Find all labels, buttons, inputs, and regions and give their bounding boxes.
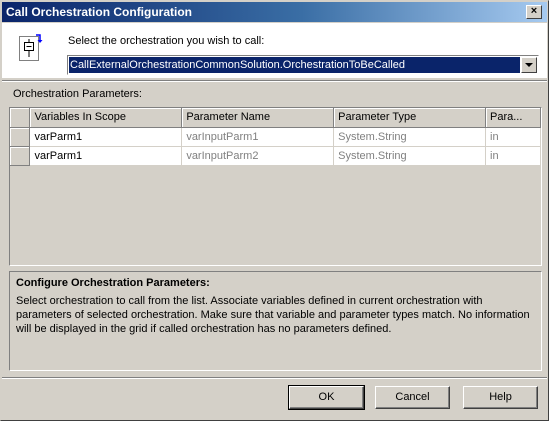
variable-cell[interactable]: varParm1	[29, 146, 183, 166]
orchestration-call-icon	[18, 33, 44, 63]
parameter-type-cell: System.String	[333, 146, 486, 166]
parameter-name-cell: varInputParm2	[181, 146, 335, 166]
window-title: Call Orchestration Configuration	[6, 5, 193, 19]
select-orchestration-label: Select the orchestration you wish to cal…	[68, 35, 265, 47]
help-text: Select orchestration to call from the li…	[16, 295, 530, 335]
variable-cell[interactable]: varParm1	[29, 127, 183, 147]
table-row: varParm1 varInputParm2 System.String in	[10, 146, 541, 166]
ok-button[interactable]: OK	[288, 385, 365, 410]
orchestration-dropdown[interactable]: CallExternalOrchestrationCommonSolution.…	[67, 55, 539, 75]
row-header[interactable]	[10, 146, 31, 166]
row-header[interactable]	[10, 127, 31, 147]
column-header[interactable]: Para...	[485, 108, 541, 128]
divider	[2, 377, 547, 379]
column-header[interactable]: Parameter Type	[333, 108, 486, 128]
help-title: Configure Orchestration Parameters:	[16, 277, 210, 289]
parameter-direction-cell: in	[485, 146, 541, 166]
help-panel: Configure Orchestration Parameters: Sele…	[9, 271, 542, 371]
orchestration-parameters-label: Orchestration Parameters:	[13, 88, 142, 100]
orchestration-selector-panel: Select the orchestration you wish to cal…	[2, 23, 547, 78]
parameter-type-cell: System.String	[333, 127, 486, 147]
divider	[2, 80, 547, 82]
dialog-window: Call Orchestration Configuration × Selec…	[0, 0, 549, 421]
chevron-down-icon[interactable]	[521, 57, 537, 73]
table-row: varParm1 varInputParm1 System.String in	[10, 127, 541, 147]
grid-corner[interactable]	[10, 108, 31, 128]
close-icon[interactable]: ×	[526, 5, 542, 19]
title-bar[interactable]: Call Orchestration Configuration ×	[2, 2, 547, 22]
orchestration-dropdown-value: CallExternalOrchestrationCommonSolution.…	[69, 57, 520, 73]
grid-header-row: Variables In Scope Parameter Name Parame…	[10, 108, 541, 128]
column-header[interactable]: Variables In Scope	[29, 108, 183, 128]
parameter-direction-cell: in	[485, 127, 541, 147]
parameters-grid: Variables In Scope Parameter Name Parame…	[9, 107, 542, 266]
cancel-button[interactable]: Cancel	[375, 386, 450, 409]
help-button[interactable]: Help	[463, 386, 538, 409]
parameter-name-cell: varInputParm1	[181, 127, 335, 147]
column-header[interactable]: Parameter Name	[181, 108, 335, 128]
